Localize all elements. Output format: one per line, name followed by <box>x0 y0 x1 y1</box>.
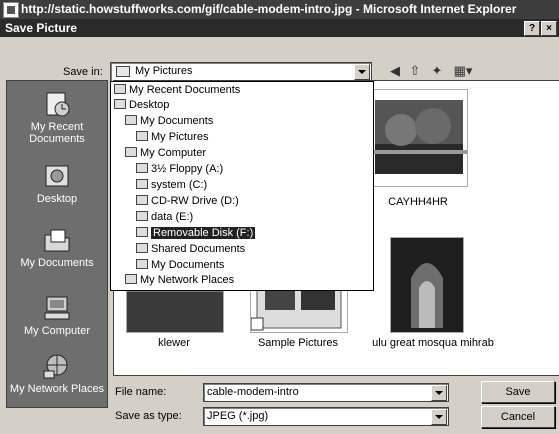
place-my-computer[interactable]: My Computer <box>7 295 107 337</box>
file-name-value: cable-modem-intro <box>207 386 299 398</box>
save-type-value: JPEG (*.jpg) <box>207 410 269 422</box>
dropdown-item-label: My Pictures <box>151 131 209 143</box>
up-folder-icon[interactable]: ⇧ <box>406 63 424 79</box>
dropdown-item[interactable]: My Recent Documents <box>114 84 240 97</box>
browser-title: http://static.howstuffworks.com/gif/cabl… <box>21 2 517 16</box>
file-label: Sample Pictures <box>257 337 339 349</box>
save-in-label: Save in: <box>63 66 103 78</box>
thumbnail-cayhh4hr[interactable] <box>370 89 468 187</box>
dialog-title: Save Picture <box>5 21 78 35</box>
dropdown-item[interactable]: My Computer <box>125 147 206 160</box>
dropdown-item-label: CD-RW Drive (D:) <box>151 195 239 207</box>
folder-icon <box>136 243 148 253</box>
removable-disk-icon <box>136 227 148 237</box>
photo-image <box>391 238 463 332</box>
file-name-input[interactable]: cable-modem-intro <box>203 383 449 402</box>
dropdown-item-label: My Computer <box>140 147 207 159</box>
dropdown-item-label: data (E:) <box>151 211 194 223</box>
cancel-button[interactable]: Cancel <box>481 406 555 428</box>
thumbnail-mosqua-mihrab[interactable] <box>390 237 464 333</box>
save-in-dropdown-list[interactable]: My Recent Documents Desktop My Documents… <box>110 81 374 291</box>
floppy-icon <box>136 163 148 173</box>
dropdown-item-label: My Documents <box>151 259 225 271</box>
place-label: My Network Places <box>9 383 105 395</box>
my-documents-icon <box>44 229 70 252</box>
dropdown-item-label: My Network Places <box>140 274 235 286</box>
dropdown-item-label: My Documents <box>140 115 214 127</box>
dropdown-item[interactable]: CD-RW Drive (D:) <box>136 195 239 208</box>
dialog-title-bar: Save Picture ? × <box>0 19 559 37</box>
file-name-dropdown-button[interactable] <box>431 385 447 401</box>
pictures-folder-icon <box>136 131 148 141</box>
dropdown-item[interactable]: data (E:) <box>136 211 193 224</box>
views-icon[interactable]: ▦▾ <box>450 63 476 79</box>
close-button[interactable]: × <box>541 21 557 36</box>
help-button[interactable]: ? <box>524 21 540 36</box>
drive-icon <box>136 211 148 221</box>
save-type-label: Save as type: <box>115 410 182 422</box>
dropdown-item-label: Removable Disk (F:) <box>149 226 257 240</box>
dropdown-item-label: Shared Documents <box>151 243 246 255</box>
dropdown-item-label: system (C:) <box>151 179 208 191</box>
place-label: My Documents <box>20 257 94 269</box>
browser-title-bar: http://static.howstuffworks.com/gif/cabl… <box>0 0 559 19</box>
photo-image <box>371 100 467 174</box>
place-my-documents[interactable]: My Documents <box>7 227 107 269</box>
dropdown-item[interactable]: My Documents <box>136 259 224 272</box>
computer-icon <box>125 147 137 157</box>
back-icon[interactable]: ◀ <box>386 63 404 79</box>
new-folder-icon[interactable]: ✦ <box>428 63 446 79</box>
dropdown-item-label: 3½ Floppy (A:) <box>151 163 224 175</box>
recent-icon <box>114 84 126 94</box>
dropdown-item[interactable]: My Pictures <box>136 131 208 144</box>
desktop-icon <box>45 165 69 187</box>
network-places-icon <box>43 354 68 379</box>
dropdown-item[interactable]: Desktop <box>114 99 169 112</box>
dropdown-item[interactable]: 3½ Floppy (A:) <box>136 163 223 176</box>
drive-icon <box>136 179 148 189</box>
save-button[interactable]: Save <box>481 381 555 403</box>
dropdown-item[interactable]: My Network Places <box>125 274 234 287</box>
save-in-value: My Pictures <box>135 65 193 77</box>
place-recent-documents[interactable]: My Recent Documents <box>7 91 107 145</box>
save-in-dropdown-button[interactable] <box>354 64 370 80</box>
place-desktop[interactable]: Desktop <box>7 163 107 205</box>
dropdown-item[interactable]: My Documents <box>125 115 213 128</box>
cd-drive-icon <box>136 195 148 205</box>
my-computer-icon <box>44 296 70 320</box>
folder-icon <box>136 259 148 269</box>
place-label: My Recent Documents <box>29 121 85 145</box>
place-label: My Computer <box>23 325 91 337</box>
pictures-folder-icon <box>116 66 130 77</box>
dropdown-item-selected[interactable]: Removable Disk (F:) <box>136 226 257 240</box>
dropdown-item[interactable]: Shared Documents <box>136 243 245 256</box>
file-label: ulu great mosqua mihrab <box>372 337 494 349</box>
save-type-dropdown-button[interactable] <box>431 409 447 425</box>
place-network-places[interactable]: My Network Places <box>7 353 107 395</box>
file-label: klewer <box>158 337 190 349</box>
dropdown-item-label: My Recent Documents <box>129 84 241 96</box>
save-type-select[interactable]: JPEG (*.jpg) <box>203 407 449 426</box>
dropdown-item-label: Desktop <box>129 99 170 111</box>
save-in-combo[interactable]: My Pictures <box>110 62 372 82</box>
folder-icon <box>125 115 137 125</box>
dropdown-item[interactable]: system (C:) <box>136 179 207 192</box>
places-bar: My Recent Documents Desktop My Documents… <box>6 80 108 408</box>
desktop-icon <box>114 99 126 109</box>
recent-documents-icon <box>46 92 70 117</box>
place-label: Desktop <box>36 193 78 205</box>
ie-page-icon <box>3 2 19 18</box>
file-name-label: File name: <box>115 386 167 398</box>
network-icon <box>125 274 137 284</box>
